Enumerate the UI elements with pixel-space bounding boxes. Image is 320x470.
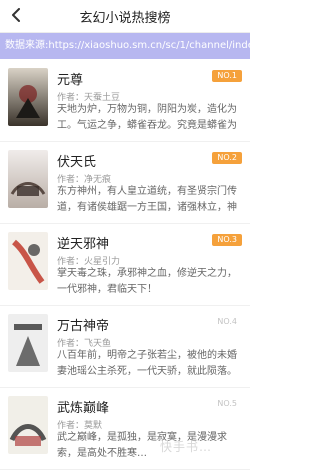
book-description: 天地为炉，万物为铜，阴阳为炭，造化为工。气运之争，蟒雀吞龙。究竟是蟒雀为尊， [57, 104, 237, 131]
book-item[interactable]: 伏天氏 NO.2 作者：净无痕 东方神州，有人皇立道统，有圣贤宗门传道，有诸侯雄… [0, 142, 250, 224]
book-cover [8, 232, 48, 290]
cover-art [8, 232, 48, 290]
watermark-text: 快手书… [160, 440, 213, 454]
book-item[interactable]: 元尊 NO.1 作者：天蚕土豆 天地为炉，万物为铜，阴阳为炭，造化为工。气运之争… [0, 60, 250, 142]
page-title: 玄幻小说热搜榜 [79, 11, 171, 26]
rank-badge: NO.1 [212, 70, 242, 82]
cover-art [8, 314, 48, 372]
book-title: 万古神帝 [57, 319, 110, 334]
rank-badge: NO.2 [212, 152, 242, 164]
book-list: 元尊 NO.1 作者：天蚕土豆 天地为炉，万物为铜，阴阳为炭，造化为工。气运之争… [0, 60, 250, 470]
book-item[interactable]: 万古神帝 NO.4 作者：飞天鱼 八百年前，明帝之子张若尘，被他的未婚妻池瑶公主… [0, 306, 250, 388]
rank-badge: NO.3 [212, 234, 242, 246]
header-bar: 玄幻小说热搜榜 [0, 0, 250, 33]
rank-badge: NO.4 [217, 317, 237, 326]
book-cover [8, 150, 48, 208]
cover-art [8, 396, 48, 454]
source-text: 数据来源:https://xiaoshuo.sm.cn/sc/1/channel… [5, 40, 250, 51]
source-bar: 数据来源:https://xiaoshuo.sm.cn/sc/1/channel… [0, 33, 250, 59]
book-cover [8, 68, 48, 126]
book-title: 元尊 [57, 73, 84, 88]
book-item[interactable]: 逆天邪神 NO.3 作者：火星引力 掌天毒之珠，承邪神之血，修逆天之力，一代邪神… [0, 224, 250, 306]
book-cover [8, 396, 48, 454]
book-description: 武之巅峰，是孤独，是寂寞，是漫漫求索，是高处不胜寒… [57, 432, 227, 459]
book-description: 八百年前，明帝之子张若尘，被他的未婚妻池瑶公主杀死，一代天骄，就此陨落。八百… [57, 350, 237, 377]
book-description: 东方神州，有人皇立道统，有圣贤宗门传道，有诸侯雄踞一方王国，诸强林立，神州动… [57, 186, 237, 213]
cover-art [8, 68, 48, 126]
book-title: 逆天邪神 [57, 237, 110, 252]
book-title: 伏天氏 [57, 155, 97, 170]
rank-badge: NO.5 [217, 399, 237, 408]
book-item[interactable]: 武炼巅峰 NO.5 作者：莫默 武之巅峰，是孤独，是寂寞，是漫漫求索，是高处不胜… [0, 388, 250, 470]
book-title: 武炼巅峰 [57, 401, 110, 416]
cover-art [8, 150, 48, 208]
book-cover [8, 314, 48, 372]
book-description: 掌天毒之珠，承邪神之血，修逆天之力，一代邪神，君临天下！ [57, 268, 237, 295]
